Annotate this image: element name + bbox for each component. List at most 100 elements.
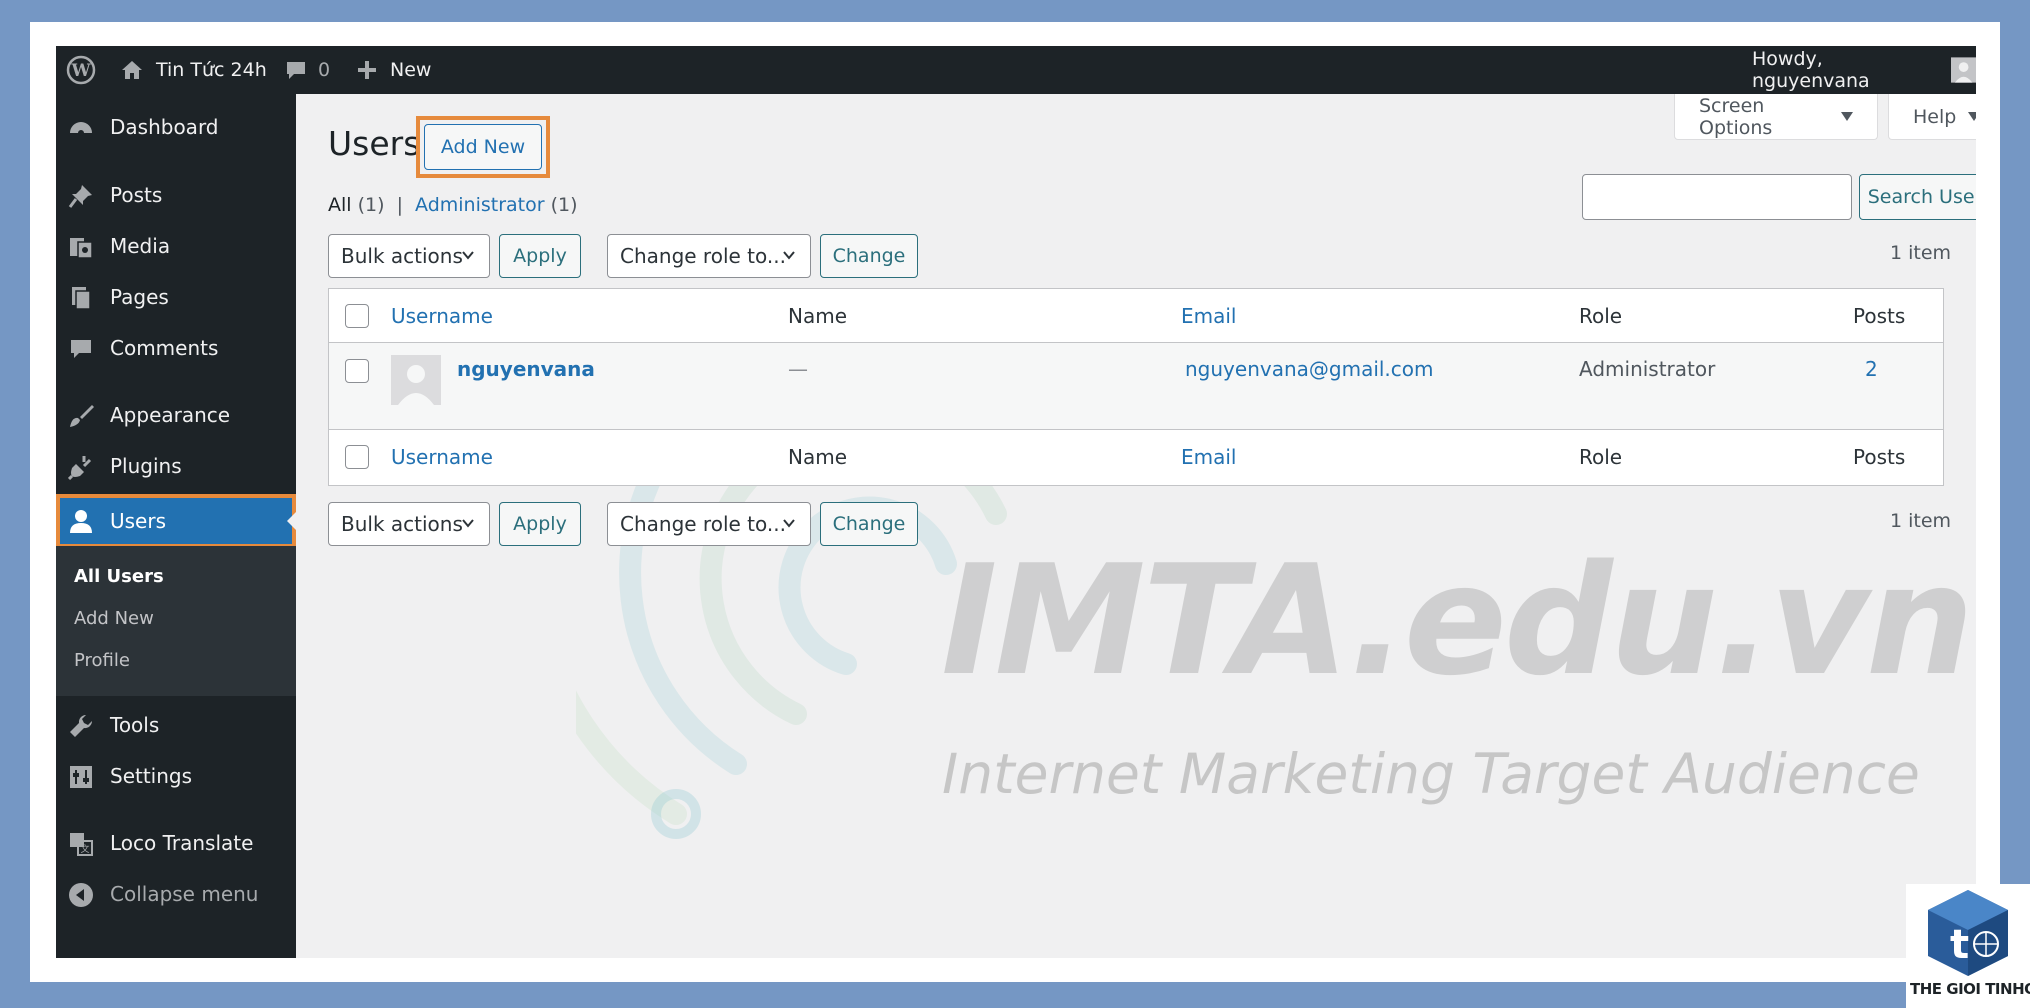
column-role: Role [1579, 304, 1623, 328]
change-role-label: Change role to... [620, 244, 786, 268]
sidebar-item-pages[interactable]: Pages [56, 274, 296, 320]
sidebar-item-label: Users [110, 509, 167, 533]
user-role-filters: All (1) | Administrator (1) [328, 194, 578, 216]
cube-logo-icon: t [1928, 890, 2008, 976]
brush-icon [70, 405, 94, 427]
change-button-top[interactable]: Change [820, 234, 918, 278]
svg-text:W: W [70, 61, 91, 81]
search-users-input[interactable] [1582, 174, 1852, 220]
watermark-title: IMTA.edu.vn [941, 532, 1974, 709]
new-label: New [390, 59, 432, 81]
item-count-top: 1 item [1890, 242, 1952, 264]
submenu-profile[interactable]: Profile [74, 650, 130, 671]
sidebar-item-appearance[interactable]: Appearance [56, 392, 296, 438]
sidebar-item-label: Dashboard [110, 115, 219, 139]
chevron-down-icon [783, 519, 795, 528]
new-content-link[interactable]: New [356, 46, 431, 94]
screen-options-button[interactable]: Screen Options [1674, 94, 1878, 140]
site-name: Tin Tức 24h [156, 59, 267, 81]
comments-count: 0 [318, 59, 331, 81]
site-name-link[interactable]: Tin Tức 24h [120, 46, 267, 94]
sidebar-item-label: Settings [110, 764, 193, 788]
corner-logo-text: THE GIOI TINHOC [1910, 980, 2030, 998]
settings-icon [70, 766, 92, 788]
dashboard-icon [70, 122, 92, 136]
comment-icon [71, 340, 91, 358]
column-role-bottom: Role [1579, 445, 1623, 469]
filter-separator: | [396, 194, 403, 216]
sidebar-item-media[interactable]: Media [56, 223, 296, 269]
users-submenu: All Users Add New Profile [56, 546, 296, 696]
page-title: Users [328, 124, 421, 163]
wordpress-logo-icon[interactable]: W [66, 46, 96, 94]
column-username-bottom[interactable]: Username [391, 445, 493, 469]
change-button-bottom[interactable]: Change [820, 502, 918, 546]
filter-administrator[interactable]: Administrator [415, 194, 545, 216]
sidebar-item-comments[interactable]: Comments [56, 325, 296, 371]
plug-icon [68, 456, 92, 480]
main-content: IMTA.edu.vn Internet Marketing Target Au… [296, 94, 1976, 958]
apply-button-bottom[interactable]: Apply [499, 502, 581, 546]
apply-button-top[interactable]: Apply [499, 234, 581, 278]
media-icon [70, 238, 93, 259]
sidebar-item-users[interactable]: Users [56, 494, 296, 548]
select-all-checkbox-bottom[interactable] [345, 445, 369, 469]
bulk-actions-select-top[interactable]: Bulk actions [328, 234, 490, 278]
sidebar-item-settings[interactable]: Settings [56, 753, 296, 799]
pin-icon [68, 185, 92, 208]
svg-text:t: t [1950, 922, 1969, 968]
select-all-checkbox[interactable] [345, 304, 369, 328]
sidebar-item-tools[interactable]: Tools [56, 702, 296, 748]
add-new-button[interactable]: Add New [424, 124, 542, 170]
filter-admin-count: (1) [550, 194, 578, 216]
triangle-down-icon [1968, 112, 1976, 121]
filter-all[interactable]: All [328, 194, 352, 216]
account-menu[interactable]: Howdy, nguyenvana [1752, 46, 1976, 94]
row-checkbox[interactable] [345, 359, 369, 383]
column-email-bottom[interactable]: Email [1181, 445, 1237, 469]
bulk-actions-select-bottom[interactable]: Bulk actions [328, 502, 490, 546]
chevron-down-icon [462, 519, 474, 528]
submenu-add-new[interactable]: Add New [74, 608, 154, 629]
watermark-subtitle: Internet Marketing Target Audience [942, 742, 1920, 806]
collapse-menu-button[interactable]: Collapse menu [56, 871, 296, 917]
avatar [391, 355, 441, 405]
admin-bar: W Tin Tức 24h 0 New Howdy, nguyenvana [56, 46, 1976, 94]
column-username[interactable]: Username [391, 304, 493, 328]
wrench-icon [70, 714, 93, 737]
avatar-icon [1950, 57, 1976, 83]
sidebar-item-label: Appearance [110, 403, 231, 427]
sidebar-item-loco-translate[interactable]: 文 Loco Translate [56, 820, 296, 866]
sidebar-item-dashboard[interactable]: Dashboard [56, 104, 296, 150]
help-button[interactable]: Help [1888, 94, 1976, 140]
submenu-all-users[interactable]: All Users [74, 566, 164, 587]
row-email[interactable]: nguyenvana@gmail.com [1185, 357, 1434, 381]
change-role-select-top[interactable]: Change role to... [607, 234, 811, 278]
filter-all-count: (1) [357, 194, 385, 216]
sidebar-item-plugins[interactable]: Plugins [56, 443, 296, 489]
table-footer: Username Name Email Role Posts [329, 429, 1943, 485]
sidebar-item-posts[interactable]: Posts [56, 172, 296, 218]
column-email[interactable]: Email [1181, 304, 1237, 328]
row-name: — [788, 357, 808, 381]
users-table: Username Name Email Role Posts nguyenvan… [328, 288, 1944, 486]
comments-link[interactable]: 0 [284, 46, 330, 94]
column-name-bottom: Name [788, 445, 848, 469]
change-role-select-bottom[interactable]: Change role to... [607, 502, 811, 546]
home-icon [122, 61, 142, 79]
admin-sidebar: Dashboard Posts Media Pages Comments App… [56, 94, 296, 958]
wordpress-admin: W Tin Tức 24h 0 New Howdy, nguyenvana Da… [56, 46, 1976, 958]
row-username[interactable]: nguyenvana [457, 357, 595, 381]
chevron-down-icon [462, 251, 474, 260]
chevron-down-icon [783, 251, 795, 260]
sidebar-item-label: Media [110, 234, 171, 258]
search-users-button[interactable]: Search Users [1859, 174, 1976, 220]
triangle-down-icon [1841, 112, 1853, 121]
column-posts: Posts [1853, 304, 1906, 328]
plus-icon [358, 61, 376, 79]
item-count-bottom: 1 item [1890, 510, 1952, 532]
bulk-actions-label: Bulk actions [341, 244, 463, 268]
default-avatar-icon [398, 365, 434, 405]
row-posts[interactable]: 2 [1865, 357, 1878, 381]
sidebar-item-label: Pages [110, 285, 169, 309]
